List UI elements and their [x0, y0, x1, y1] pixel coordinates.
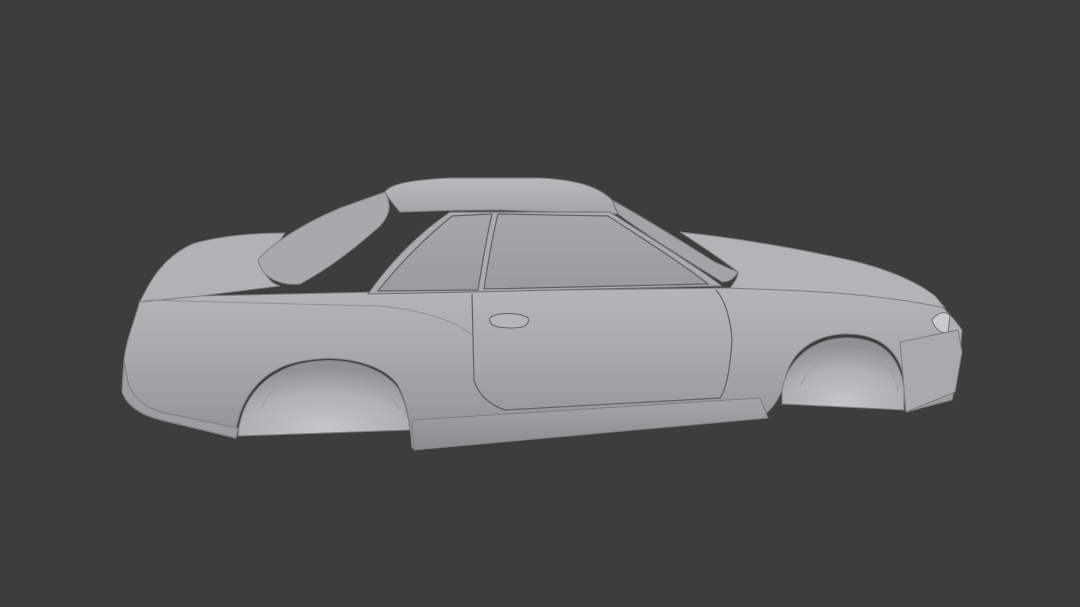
car-body-model[interactable]: [0, 0, 1080, 607]
roof: [384, 177, 619, 215]
door-handle: [489, 313, 529, 329]
3d-viewport[interactable]: [0, 0, 1080, 607]
front-bumper: [899, 329, 963, 413]
